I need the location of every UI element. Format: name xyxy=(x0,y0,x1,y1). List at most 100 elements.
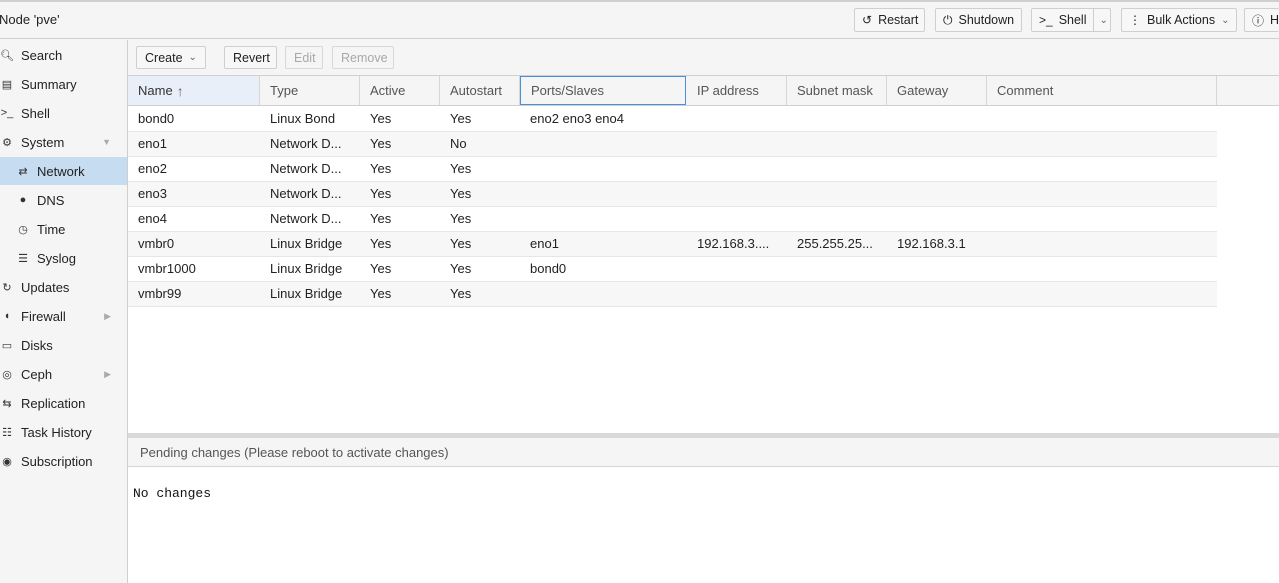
sidebar-item-subscription[interactable]: ◉ Subscription xyxy=(0,447,127,475)
table-row[interactable]: vmbr0 Linux Bridge Yes Yes eno1 192.168.3....… xyxy=(128,232,1217,257)
globe-icon: ● xyxy=(19,194,27,206)
table-cell xyxy=(987,282,1217,306)
table-cell xyxy=(887,257,987,281)
table-cell: Yes xyxy=(370,261,392,276)
network-interfaces-table: bond0 Linux Bond Yes Yes eno2 eno3 eno4 eno1 N… xyxy=(128,107,1217,307)
table-cell: Yes xyxy=(370,186,392,201)
column-header-name[interactable]: Name ↑ xyxy=(128,76,260,105)
sidebar-item-replication[interactable]: ⇆ Replication xyxy=(0,389,127,417)
sidebar-item-disks[interactable]: ▭ Disks xyxy=(0,331,127,359)
bulk-actions-button[interactable]: ⋮ Bulk Actions ⌄ xyxy=(1121,8,1237,32)
refresh-icon: ↻ xyxy=(2,281,12,294)
table-cell xyxy=(887,132,987,156)
exchange-icon: ⇄ xyxy=(18,165,28,178)
column-header-autostart[interactable]: Autostart xyxy=(440,76,520,105)
book-icon: ▤ xyxy=(1,78,13,91)
sidebar-item-network[interactable]: ⇄ Network xyxy=(0,157,127,185)
table-cell: Linux Bond xyxy=(270,111,336,126)
sidebar-item-firewall[interactable]: ◖ Firewall ▶ xyxy=(0,302,127,330)
chevron-right-icon[interactable]: ▶ xyxy=(104,311,111,322)
table-cell: eno1 xyxy=(138,136,167,151)
sidebar-item-dns[interactable]: ● DNS xyxy=(0,186,127,214)
table-cell: Yes xyxy=(450,236,472,251)
table-cell: eno2 eno3 eno4 xyxy=(530,111,624,126)
table-cell xyxy=(787,157,887,181)
sidebar-item-summary[interactable]: ▤ Summary xyxy=(0,70,127,98)
table-cell: Yes xyxy=(370,161,392,176)
gears-icon: ⚙ xyxy=(2,136,12,149)
sidebar-item-updates[interactable]: ↻ Updates xyxy=(0,273,127,301)
terminal-icon: >_ xyxy=(1039,13,1053,27)
table-row[interactable]: eno3 Network D... Yes Yes xyxy=(128,182,1217,207)
shutdown-button[interactable]: ⏻ Shutdown xyxy=(935,8,1022,32)
retweet-icon: ⇆ xyxy=(2,397,12,410)
table-row[interactable]: bond0 Linux Bond Yes Yes eno2 eno3 eno4 xyxy=(128,107,1217,132)
more-vertical-icon: ⋮ xyxy=(1129,13,1141,27)
table-cell xyxy=(687,257,787,281)
help-button[interactable]: ⓘ H xyxy=(1244,8,1279,32)
table-cell xyxy=(787,107,887,131)
table-cell xyxy=(887,282,987,306)
table-cell: Yes xyxy=(370,111,392,126)
create-button[interactable]: Create ⌄ xyxy=(136,46,206,69)
chevron-down-icon[interactable]: ⌄ xyxy=(1093,9,1108,31)
chevron-down-icon: ⌄ xyxy=(188,52,197,63)
table-cell: Network D... xyxy=(270,136,342,151)
chevron-down-icon[interactable]: ▼ xyxy=(102,137,111,147)
table-row[interactable]: eno1 Network D... Yes No xyxy=(128,132,1217,157)
table-cell: bond0 xyxy=(530,261,567,276)
table-cell: Linux Bridge xyxy=(270,236,343,251)
column-header-ip-address[interactable]: IP address xyxy=(687,76,787,105)
network-toolbar: Create ⌄ Revert Edit Remove xyxy=(128,40,1279,76)
hdd-icon: ▭ xyxy=(1,339,13,352)
sidebar-item-task-history[interactable]: ☷ Task History xyxy=(0,418,127,446)
column-header-ports-slaves[interactable]: Ports/Slaves xyxy=(520,76,686,105)
table-cell xyxy=(987,207,1217,231)
table-row[interactable]: eno4 Network D... Yes Yes xyxy=(128,207,1217,232)
table-cell xyxy=(887,182,987,206)
node-title: Node 'pve' xyxy=(0,12,60,27)
table-cell xyxy=(787,182,887,206)
restart-icon: ↺ xyxy=(862,13,873,27)
revert-button[interactable]: Revert xyxy=(224,46,277,69)
shell-button[interactable]: >_ Shell ⌄ xyxy=(1031,8,1111,32)
table-cell xyxy=(687,132,787,156)
sidebar-item-system[interactable]: ⚙ System ▼ xyxy=(0,128,127,156)
table-cell: Yes xyxy=(450,111,472,126)
table-cell xyxy=(787,207,887,231)
table-cell xyxy=(987,132,1217,156)
pending-changes-header: Pending changes (Please reboot to activa… xyxy=(128,438,1279,467)
terminal-icon: >_ xyxy=(0,107,14,119)
column-header-subnet-mask[interactable]: Subnet mask xyxy=(787,76,887,105)
table-cell: vmbr99 xyxy=(138,286,182,301)
node-header: Node 'pve' ↺ Restart ⏻ Shutdown >_ Shell… xyxy=(0,0,1279,39)
support-icon: ◉ xyxy=(2,455,12,468)
table-cell: No xyxy=(450,136,467,151)
sidebar-item-search[interactable]: 🔍︎ Search xyxy=(0,41,127,69)
table-cell xyxy=(520,282,687,306)
restart-button[interactable]: ↺ Restart xyxy=(854,8,925,32)
sidebar-item-syslog[interactable]: ☰ Syslog xyxy=(0,244,127,272)
table-cell: Yes xyxy=(370,286,392,301)
edit-button[interactable]: Edit xyxy=(285,46,323,69)
sidebar-item-ceph[interactable]: ◎ Ceph ▶ xyxy=(0,360,127,388)
network-panel: Create ⌄ Revert Edit Remove Name ↑ Type … xyxy=(128,40,1279,583)
sidebar-item-time[interactable]: ◷ Time xyxy=(0,215,127,243)
list-alt-icon: ☷ xyxy=(2,426,12,439)
sidebar-item-shell[interactable]: >_ Shell xyxy=(0,99,127,127)
table-cell: eno2 xyxy=(138,161,167,176)
table-row[interactable]: vmbr99 Linux Bridge Yes Yes xyxy=(128,282,1217,307)
table-row[interactable]: vmbr1000 Linux Bridge Yes Yes bond0 xyxy=(128,257,1217,282)
column-header-active[interactable]: Active xyxy=(360,76,440,105)
chevron-right-icon[interactable]: ▶ xyxy=(104,369,111,380)
column-header-type[interactable]: Type xyxy=(260,76,360,105)
table-cell: 255.255.25... xyxy=(797,236,873,251)
column-header-comment[interactable]: Comment xyxy=(987,76,1217,105)
remove-button[interactable]: Remove xyxy=(332,46,394,69)
table-row[interactable]: eno2 Network D... Yes Yes xyxy=(128,157,1217,182)
help-icon: ⓘ xyxy=(1252,13,1265,28)
table-cell: Yes xyxy=(370,236,392,251)
table-cell: Yes xyxy=(450,161,472,176)
column-header-gateway[interactable]: Gateway xyxy=(887,76,987,105)
table-cell xyxy=(787,282,887,306)
